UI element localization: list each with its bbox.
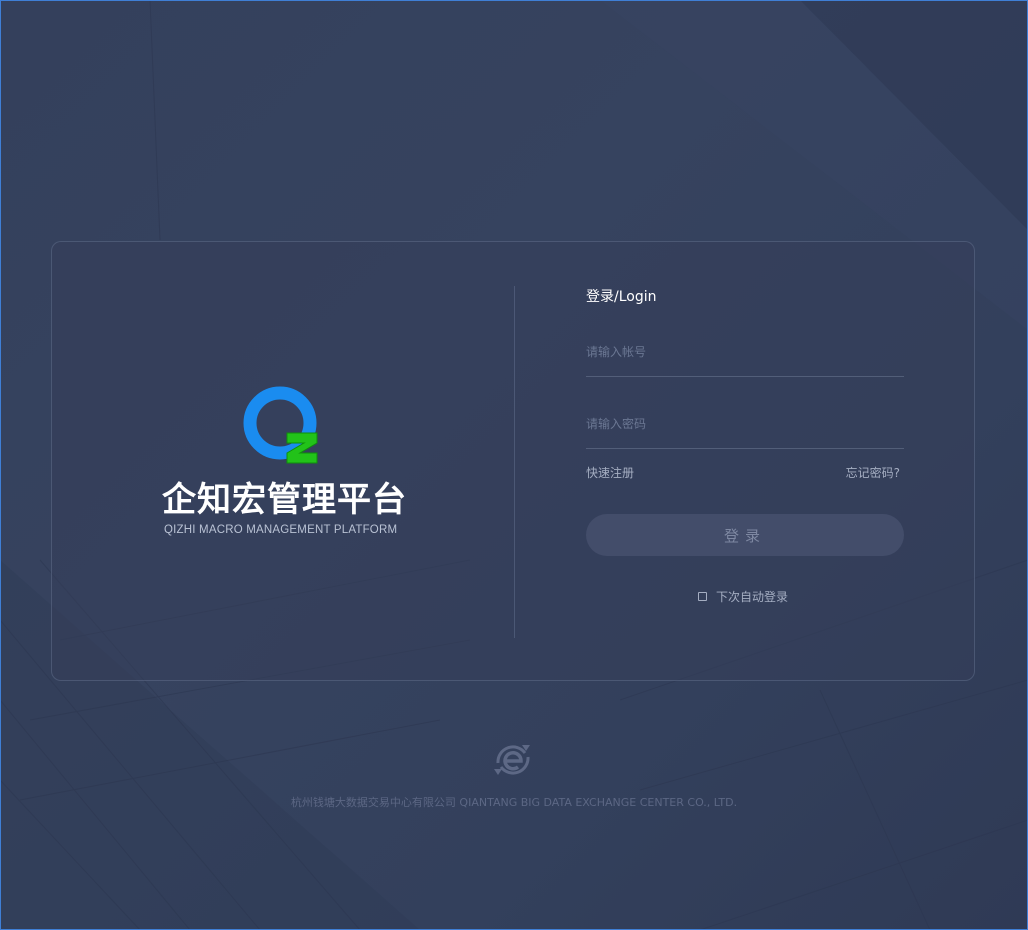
login-card: 企知宏管理平台 QIZHI MACRO MANAGEMENT PLATFORM … [51,241,975,681]
login-button[interactable]: 登录 [586,514,904,556]
auto-login-label: 下次自动登录 [716,590,789,604]
brand-block: 企知宏管理平台 QIZHI MACRO MANAGEMENT PLATFORM [152,382,422,552]
auto-login-option[interactable]: 下次自动登录 [698,588,788,605]
brand-subtitle: QIZHI MACRO MANAGEMENT PLATFORM [164,524,398,536]
username-field [586,328,904,377]
password-field [586,400,904,449]
password-input[interactable] [586,412,896,436]
login-title: 登录/Login [586,289,657,305]
forgot-password-link[interactable]: 忘记密码? [846,464,900,481]
footer-company: 杭州钱塘大数据交易中心有限公司 QIANTANG BIG DATA EXCHAN… [290,796,738,809]
card-divider [514,286,515,638]
exchange-logo-icon [494,745,530,775]
quick-register-link[interactable]: 快速注册 [586,464,634,481]
auto-login-checkbox[interactable] [698,592,707,601]
brand-name: 企知宏管理平台 [162,480,407,520]
qz-logo-icon [243,386,318,464]
username-input[interactable] [586,340,896,364]
